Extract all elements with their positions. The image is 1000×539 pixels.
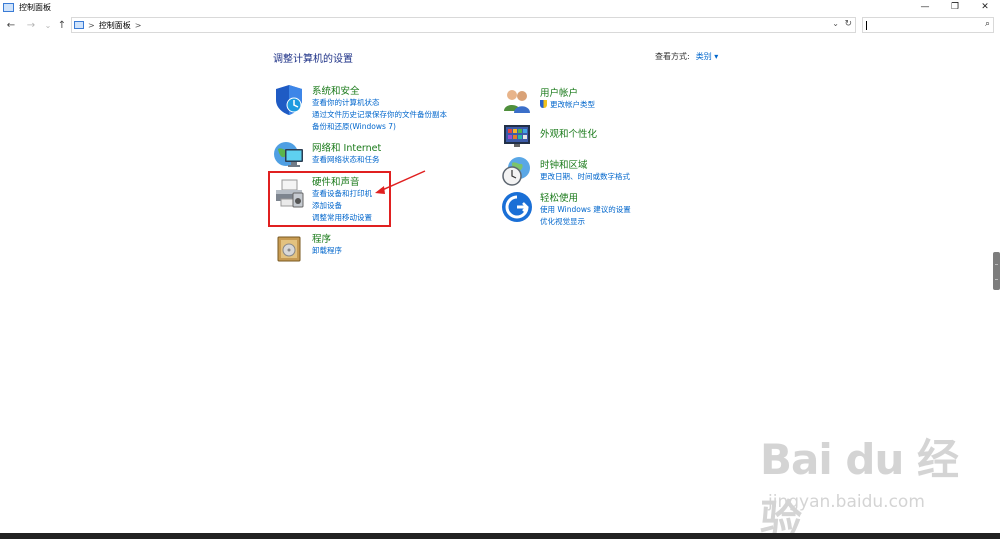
control-panel-icon (74, 21, 84, 29)
minimize-button[interactable]: — (910, 0, 940, 14)
network-icon[interactable] (273, 139, 305, 171)
up-arrow-icon[interactable]: ↑ (56, 18, 68, 32)
taskbar-edge (0, 533, 1000, 539)
category-link[interactable]: 查看网络状态和任务 (312, 154, 381, 166)
category-network-internet: 网络和 Internet 查看网络状态和任务 (312, 140, 381, 166)
category-appearance: 外观和个性化 (540, 126, 597, 140)
forward-arrow-icon[interactable]: → (25, 18, 37, 32)
category-link[interactable]: 通过文件历史记录保存你的文件备份副本 (312, 109, 447, 121)
category-title[interactable]: 用户帐户 (540, 85, 595, 99)
view-by-label: 查看方式: (655, 52, 690, 61)
refresh-icon[interactable]: ↻ (844, 19, 852, 29)
baidu-watermark: Bai du 经验 jingyan.baidu.com (760, 426, 960, 539)
category-link[interactable]: 使用 Windows 建议的设置 (540, 204, 631, 216)
category-link[interactable]: 优化视觉显示 (540, 216, 631, 228)
control-panel-icon (3, 2, 14, 12)
breadcrumb-control-panel[interactable]: 控制面板 (99, 20, 131, 31)
search-input[interactable]: ⌕ (862, 17, 994, 33)
recent-locations-chevron-icon[interactable]: ⌄ (42, 18, 54, 32)
watermark-url: jingyan.baidu.com (768, 492, 925, 512)
side-scroll-tab[interactable] (993, 252, 1000, 290)
view-by-dropdown[interactable]: 类别 ▾ (696, 51, 719, 62)
view-by: 查看方式: 类别 ▾ (655, 51, 718, 62)
window-title: 控制面板 (19, 2, 51, 12)
navigation-bar: ← → ⌄ ↑ > 控制面板 > ⌄ ↻ ⌕ (0, 16, 1000, 34)
address-dropdown-icon[interactable]: ⌄ (832, 19, 839, 28)
category-link[interactable]: 查看你的计算机状态 (312, 97, 447, 109)
page-title: 调整计算机的设置 (273, 54, 353, 65)
shield-icon[interactable] (273, 84, 305, 116)
annotation-arrow-icon (375, 170, 426, 194)
watermark-logo: Bai du 经验 (760, 435, 959, 539)
ease-of-access-icon[interactable] (501, 191, 533, 223)
category-title[interactable]: 时钟和区域 (540, 157, 630, 171)
category-link[interactable]: 卸载程序 (312, 245, 342, 257)
breadcrumb-separator[interactable]: > (88, 21, 95, 30)
category-ease-of-access: 轻松使用 使用 Windows 建议的设置 优化视觉显示 (540, 190, 631, 228)
category-programs: 程序 卸载程序 (312, 231, 342, 257)
category-title[interactable]: 系统和安全 (312, 83, 447, 97)
back-arrow-icon[interactable]: ← (5, 18, 17, 32)
breadcrumb-separator[interactable]: > (135, 21, 142, 30)
category-title[interactable]: 程序 (312, 231, 342, 245)
category-title[interactable]: 轻松使用 (540, 190, 631, 204)
appearance-icon[interactable] (501, 120, 533, 152)
category-system-security: 系统和安全 查看你的计算机状态 通过文件历史记录保存你的文件备份副本 备份和还原… (312, 83, 447, 133)
close-button[interactable]: ✕ (970, 0, 1000, 14)
title-bar: 控制面板 — ❐ ✕ (0, 0, 1000, 14)
programs-icon[interactable] (273, 232, 305, 264)
category-title[interactable]: 外观和个性化 (540, 126, 597, 140)
category-link[interactable]: 备份和还原(Windows 7) (312, 121, 447, 133)
category-title[interactable]: 网络和 Internet (312, 140, 381, 154)
search-icon[interactable]: ⌕ (985, 19, 990, 29)
category-clock-region: 时钟和区域 更改日期、时间或数字格式 (540, 157, 630, 183)
category-user-accounts: 用户帐户 更改帐户类型 (540, 85, 595, 111)
category-link[interactable]: 更改帐户类型 (540, 99, 595, 111)
category-link[interactable]: 更改日期、时间或数字格式 (540, 171, 630, 183)
users-icon[interactable] (501, 85, 533, 117)
control-panel-window: 控制面板 — ❐ ✕ ← → ⌄ ↑ > 控制面板 > ⌄ ↻ ⌕ 调整计算机的… (0, 0, 1000, 539)
maximize-button[interactable]: ❐ (940, 0, 970, 14)
text-caret (866, 21, 867, 30)
clock-globe-icon[interactable] (501, 155, 533, 187)
address-bar[interactable]: > 控制面板 > ⌄ ↻ (71, 17, 856, 33)
